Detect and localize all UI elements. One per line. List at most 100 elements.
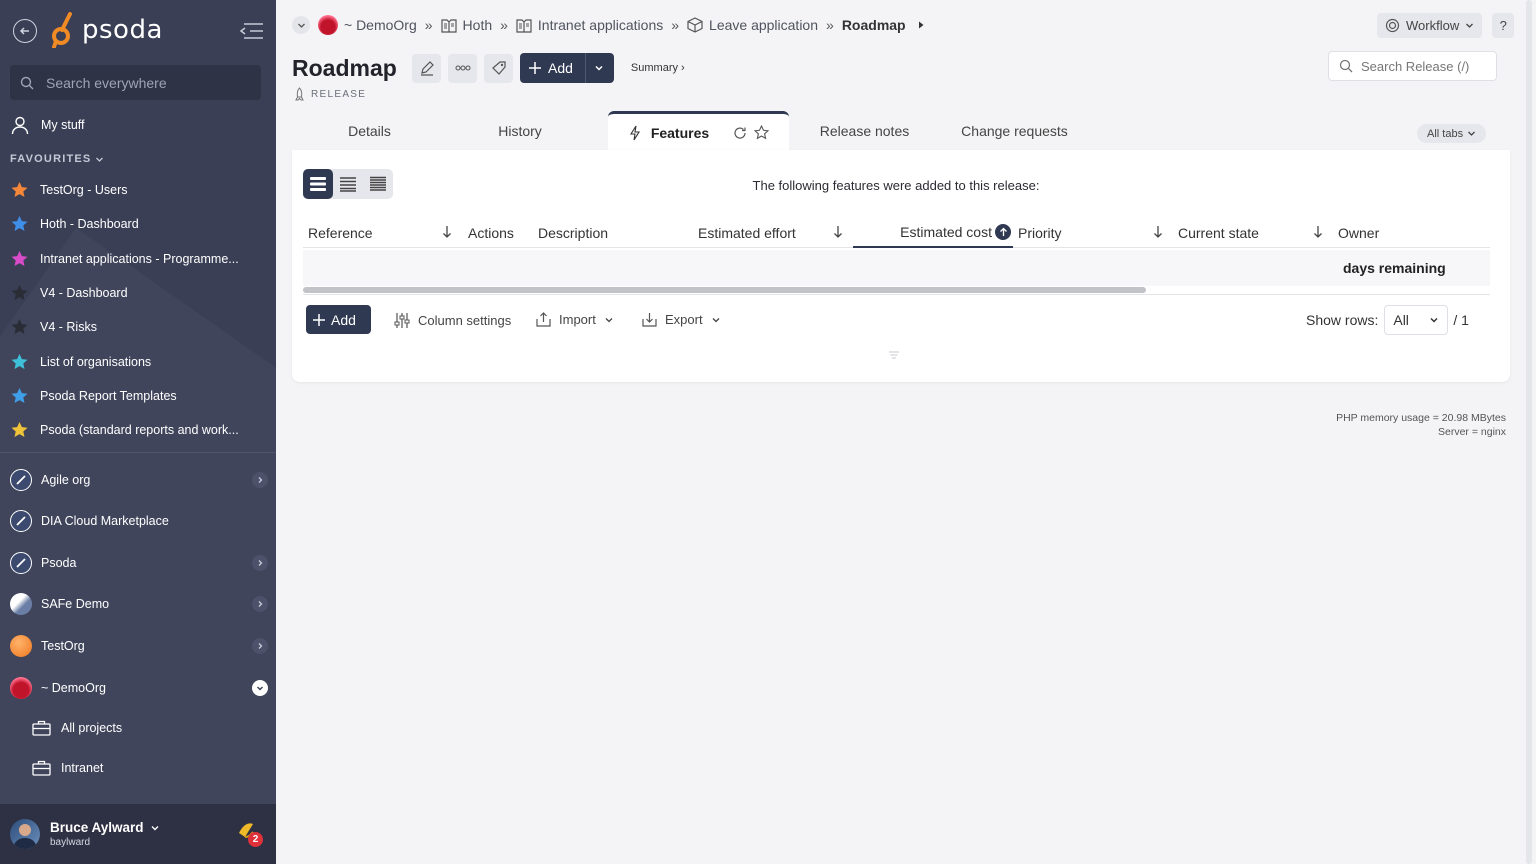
breadcrumb-label: Intranet applications bbox=[537, 17, 664, 33]
sort-arrow-icon[interactable] bbox=[1153, 225, 1163, 239]
column-settings-button[interactable]: Column settings bbox=[394, 312, 511, 329]
refresh-icon[interactable] bbox=[733, 126, 747, 140]
page-scrollbar[interactable] bbox=[1526, 0, 1532, 864]
org-demoorg[interactable]: ~ DemoOrg bbox=[10, 675, 268, 701]
chevron-right-icon[interactable] bbox=[252, 596, 268, 612]
tab-release-notes[interactable]: Release notes bbox=[792, 111, 937, 151]
notifications-button[interactable]: 2 bbox=[236, 820, 263, 847]
breadcrumb-label: Hoth bbox=[462, 17, 493, 33]
org-psoda[interactable]: Psoda bbox=[10, 550, 268, 576]
column-header-estimated-cost[interactable]: Estimated cost bbox=[853, 218, 1013, 248]
pen-icon bbox=[10, 469, 32, 491]
pen-icon bbox=[10, 552, 32, 574]
add-feature-label: Add bbox=[331, 311, 356, 328]
show-rows-select[interactable]: All bbox=[1384, 305, 1449, 335]
sidebar-item-all-projects[interactable]: All projects bbox=[32, 720, 122, 736]
import-button[interactable]: Import bbox=[536, 312, 614, 327]
favourite-item[interactable]: Intranet applications - Programme... bbox=[10, 250, 266, 268]
favourite-item[interactable]: TestOrg - Users bbox=[10, 181, 266, 199]
column-header-current-state[interactable]: Current state bbox=[1178, 218, 1259, 248]
workflow-button[interactable]: Workflow bbox=[1377, 13, 1483, 38]
record-search-input[interactable]: Search Release (/) bbox=[1328, 51, 1497, 81]
add-button[interactable]: Add bbox=[520, 53, 614, 83]
favourite-item[interactable]: List of organisations bbox=[10, 353, 266, 371]
tab-label: Release notes bbox=[819, 123, 910, 139]
sort-arrow-icon[interactable] bbox=[1313, 225, 1323, 239]
org-testorg[interactable]: TestOrg bbox=[10, 633, 268, 659]
sidebar-item-intranet[interactable]: Intranet bbox=[32, 760, 103, 776]
plus-icon bbox=[313, 313, 325, 326]
column-header-estimated-effort[interactable]: Estimated effort bbox=[698, 218, 796, 248]
breadcrumb-item-roadmap: Roadmap bbox=[842, 17, 906, 33]
column-label: Estimated effort bbox=[698, 225, 796, 241]
org-agile-org[interactable]: Agile org bbox=[10, 467, 268, 493]
chevron-right-icon[interactable] bbox=[252, 472, 268, 488]
export-label: Export bbox=[665, 312, 703, 327]
export-button[interactable]: Export bbox=[642, 312, 721, 327]
horizontal-scrollbar[interactable] bbox=[303, 287, 1146, 293]
page-total: / 1 bbox=[1453, 312, 1469, 328]
summary-link[interactable]: Summary › bbox=[631, 62, 685, 74]
tab-features[interactable]: Features bbox=[608, 111, 789, 151]
column-header-priority[interactable]: Priority bbox=[1018, 218, 1062, 248]
tab-bar: Details History Features Release notes C… bbox=[292, 111, 1510, 151]
breadcrumb-separator: » bbox=[500, 17, 508, 33]
my-stuff-link[interactable]: My stuff bbox=[10, 115, 266, 135]
tab-details[interactable]: Details bbox=[292, 111, 447, 151]
chevron-down-icon bbox=[1466, 23, 1474, 28]
star-icon bbox=[11, 216, 28, 231]
sliders-icon bbox=[394, 313, 410, 328]
breadcrumb: ~ DemoOrg » Hoth » Intranet applications… bbox=[292, 14, 926, 36]
column-header-owner[interactable]: Owner bbox=[1338, 218, 1379, 248]
favourite-item[interactable]: Psoda Report Templates bbox=[10, 387, 266, 405]
favourite-item[interactable]: V4 - Risks bbox=[10, 318, 266, 336]
chevron-right-icon[interactable] bbox=[252, 555, 268, 571]
org-label: SAFe Demo bbox=[41, 597, 110, 611]
sidebar-search-input[interactable]: Search everywhere bbox=[10, 65, 261, 100]
star-icon[interactable] bbox=[754, 125, 770, 140]
sort-arrow-icon[interactable] bbox=[442, 225, 452, 239]
more-options-button[interactable] bbox=[448, 53, 477, 83]
breadcrumb-item-hoth[interactable]: Hoth bbox=[440, 17, 493, 33]
tag-button[interactable] bbox=[484, 53, 513, 83]
chevron-right-icon[interactable] bbox=[252, 638, 268, 654]
demoorg-logo-icon bbox=[10, 677, 32, 699]
favourites-heading[interactable]: FAVOURITES bbox=[10, 153, 104, 165]
chevron-down-icon[interactable] bbox=[252, 680, 268, 696]
column-header-description[interactable]: Description bbox=[538, 218, 608, 248]
favourite-item[interactable]: Psoda (standard reports and work... bbox=[10, 421, 266, 439]
breadcrumb-toggle-icon[interactable] bbox=[292, 16, 310, 34]
edit-button[interactable] bbox=[412, 53, 441, 83]
add-feature-button[interactable]: Add bbox=[306, 305, 371, 334]
column-label: Actions bbox=[468, 225, 514, 241]
org-dia-cloud-marketplace[interactable]: DIA Cloud Marketplace bbox=[10, 508, 268, 534]
column-header-reference[interactable]: Reference bbox=[308, 218, 373, 248]
all-tabs-button[interactable]: All tabs bbox=[1417, 124, 1487, 143]
favourite-item[interactable]: Hoth - Dashboard bbox=[10, 215, 266, 233]
breadcrumb-label: Roadmap bbox=[841, 17, 906, 33]
add-dropdown-toggle[interactable] bbox=[584, 53, 604, 83]
sidebar-header: psoda bbox=[0, 0, 276, 62]
back-icon[interactable] bbox=[13, 19, 37, 43]
breadcrumb-item-demoorg[interactable]: ~ DemoOrg bbox=[318, 15, 417, 35]
psoda-logo[interactable]: psoda bbox=[50, 12, 163, 48]
breadcrumb-item-leave-application[interactable]: Leave application bbox=[687, 17, 818, 33]
collapse-sidebar-icon[interactable] bbox=[238, 22, 264, 40]
sidebar-item-label: All projects bbox=[61, 721, 123, 735]
user-menu[interactable]: Bruce Aylward baylward bbox=[0, 804, 276, 864]
tab-history[interactable]: History bbox=[447, 111, 593, 151]
sort-ascending-icon bbox=[995, 224, 1011, 240]
help-button[interactable]: ? bbox=[1492, 13, 1515, 38]
table-divider bbox=[303, 294, 1490, 295]
add-button-label: Add bbox=[548, 60, 573, 76]
star-icon bbox=[11, 422, 28, 437]
caret-right-icon[interactable] bbox=[916, 20, 926, 30]
sort-arrow-icon[interactable] bbox=[833, 225, 843, 239]
org-safe-demo[interactable]: SAFe Demo bbox=[10, 591, 268, 617]
tab-change-requests[interactable]: Change requests bbox=[942, 111, 1087, 151]
resize-grip-icon[interactable] bbox=[888, 351, 900, 359]
star-icon bbox=[11, 319, 28, 334]
favourite-item[interactable]: V4 - Dashboard bbox=[10, 284, 266, 302]
breadcrumb-item-intranet-applications[interactable]: Intranet applications bbox=[516, 17, 663, 33]
star-icon bbox=[11, 285, 28, 300]
